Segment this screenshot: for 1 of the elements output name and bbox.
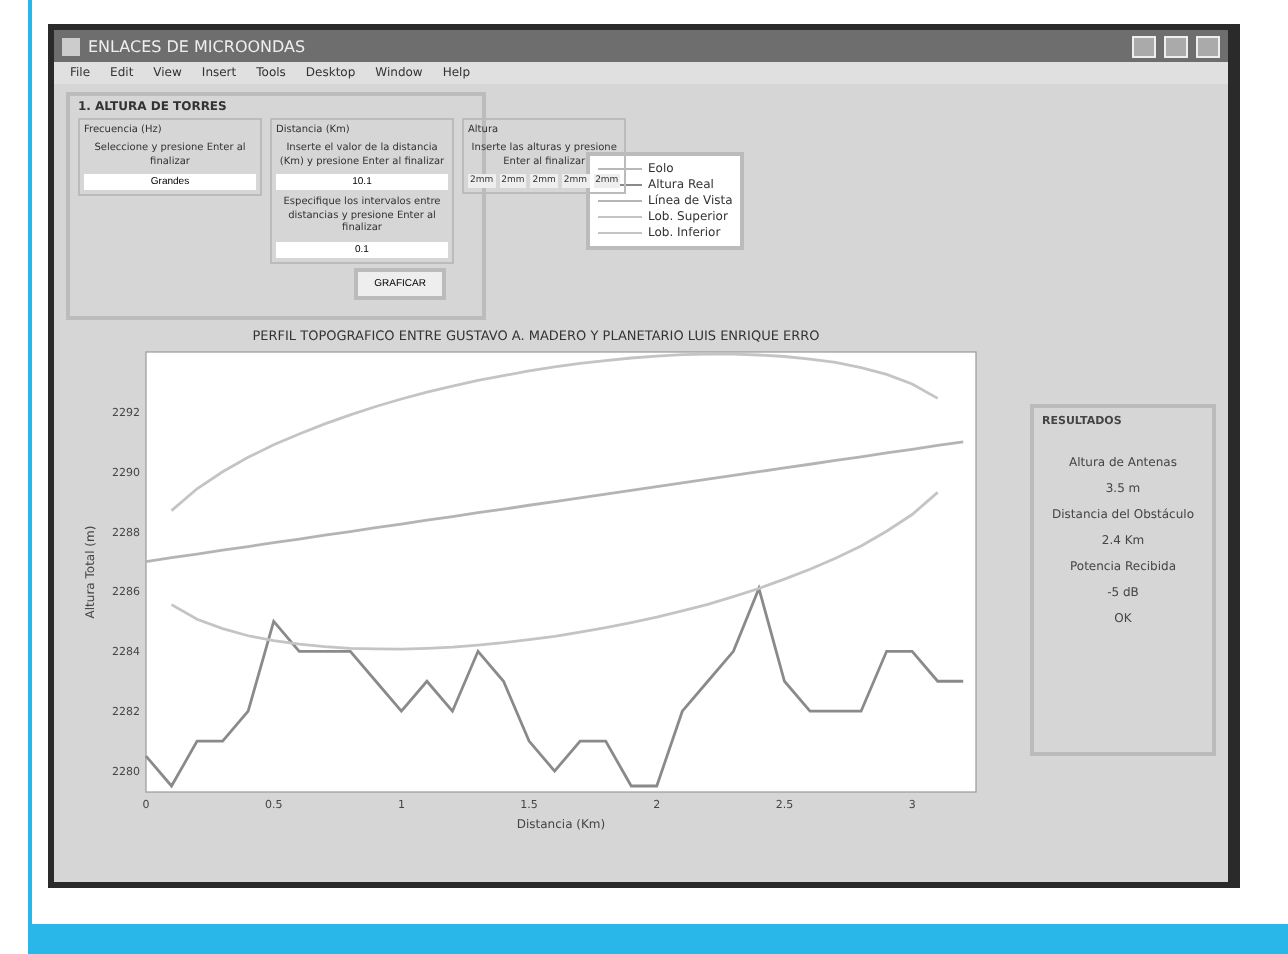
window-title: ENLACES DE MICROONDAS: [88, 37, 308, 55]
